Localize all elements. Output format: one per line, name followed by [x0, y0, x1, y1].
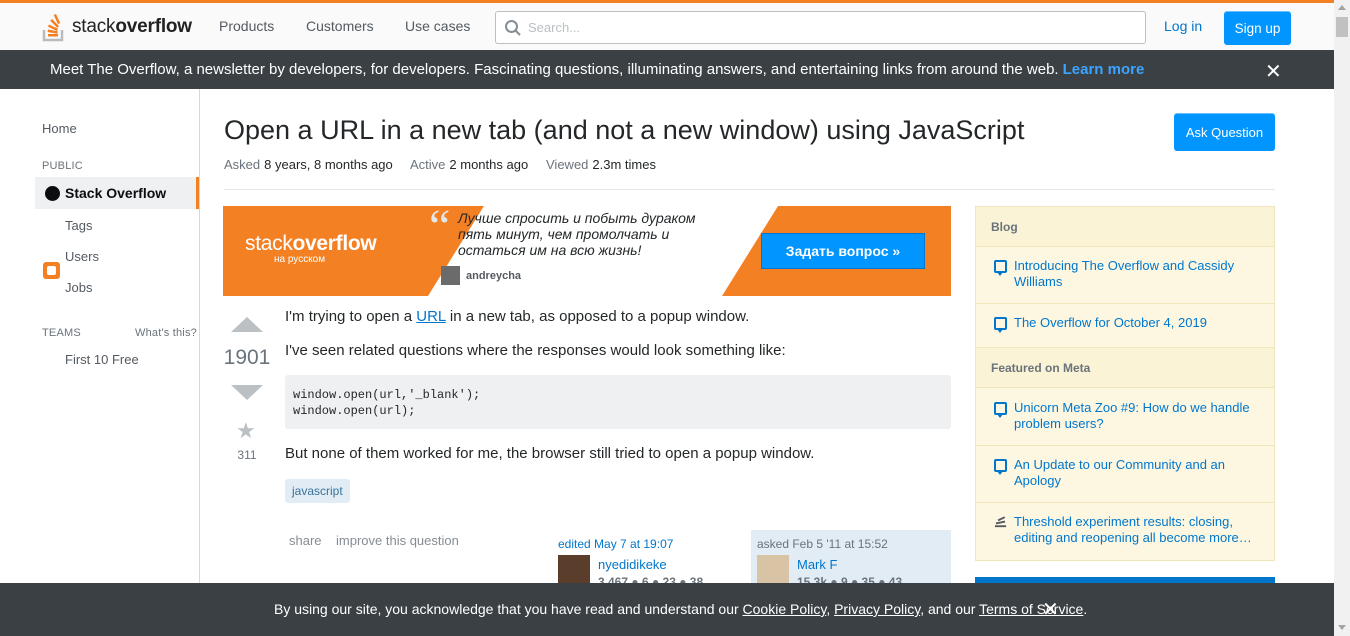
- stackoverflow-logo[interactable]: stackoverflow: [42, 11, 192, 43]
- meta-item[interactable]: An Update to our Community and an Apolog…: [976, 446, 1274, 503]
- meta-item[interactable]: Threshold experiment results: closing, e…: [976, 503, 1274, 560]
- page-scrollbar[interactable]: [1334, 0, 1350, 636]
- search-icon: [505, 20, 521, 36]
- quote-mark-icon: “: [429, 200, 451, 253]
- asked-time: asked Feb 5 '11 at 15:52: [757, 537, 888, 551]
- vote-count: 1901: [223, 346, 271, 369]
- cookie-message: By using our site, you acknowledge that …: [274, 601, 1088, 617]
- blog-item[interactable]: Introducing The Overflow and Cassidy Wil…: [976, 247, 1274, 304]
- post-paragraph: I've seen related questions where the re…: [285, 342, 786, 359]
- downvote-icon[interactable]: [231, 385, 263, 400]
- nav-customers[interactable]: Customers: [306, 18, 374, 34]
- logo-text: stackoverflow: [72, 16, 192, 37]
- top-bar: stackoverflow Products Customers Use cas…: [0, 0, 1334, 50]
- viewed-meta: Viewed 2.3m times: [546, 157, 656, 172]
- comment-icon: [994, 459, 1007, 475]
- asked-meta: Asked 8 years, 8 months ago: [224, 157, 393, 172]
- meta-link[interactable]: Threshold experiment results: closing, e…: [1014, 514, 1262, 546]
- globe-icon: [45, 186, 60, 201]
- sidebar-item-home[interactable]: Home: [42, 121, 77, 136]
- close-icon[interactable]: ✕: [1265, 59, 1282, 84]
- scroll-down-icon[interactable]: [1338, 625, 1346, 630]
- nav-use-cases[interactable]: Use cases: [405, 18, 470, 34]
- post-paragraph: I'm trying to open a URL in a new tab, a…: [285, 308, 750, 325]
- favorite-star-icon[interactable]: ★: [236, 418, 256, 444]
- editor-signature: edited May 7 at 19:07 nyedidikeke 3,467 …: [552, 530, 752, 583]
- post-paragraph: But none of them worked for me, the brow…: [285, 445, 815, 462]
- sidebar-heading-teams: TEAMS: [42, 327, 81, 339]
- editor-reputation: 3,467 ● 6 ● 23 ● 38: [598, 575, 704, 583]
- sidebar-heading-public: PUBLIC: [42, 160, 83, 172]
- asker-reputation: 15.3k ● 9 ● 35 ● 43: [797, 575, 903, 583]
- code-block: window.open(url,'_blank'); window.open(u…: [285, 375, 951, 429]
- ad-ask-button[interactable]: Задать вопрос »: [761, 233, 925, 269]
- nav-products[interactable]: Products: [219, 18, 274, 34]
- ad-quote: Лучше спросить и побыть дураком пять мин…: [458, 210, 696, 258]
- url-link[interactable]: URL: [416, 308, 445, 325]
- blog-item[interactable]: The Overflow for October 4, 2019: [976, 304, 1274, 348]
- sidebar-item-label: Stack Overflow: [65, 185, 167, 201]
- close-icon[interactable]: ✕: [1042, 597, 1059, 622]
- editor-name-link[interactable]: nyedidikeke: [598, 557, 667, 572]
- asker-signature: asked Feb 5 '11 at 15:52 Mark F 15.3k ● …: [751, 530, 951, 583]
- login-link[interactable]: Log in: [1164, 18, 1202, 34]
- comment-icon: [994, 317, 1007, 333]
- sidebar-item-first-10-free[interactable]: First 10 Free: [65, 352, 139, 367]
- comment-icon: [994, 402, 1007, 418]
- widget-heading-meta: Featured on Meta: [976, 348, 1274, 388]
- favorite-count: 311: [237, 448, 257, 462]
- asker-name-link[interactable]: Mark F: [797, 557, 837, 572]
- stack-logo-icon: [42, 14, 64, 42]
- edited-time-link[interactable]: edited May 7 at 19:07: [558, 537, 673, 551]
- widget-heading-blog: Blog: [976, 207, 1274, 247]
- learn-more-link[interactable]: Learn more: [1063, 61, 1145, 78]
- sidebar-item-stack-overflow[interactable]: Stack Overflow: [35, 177, 199, 209]
- blog-meta-widget: Blog Introducing The Overflow and Cassid…: [975, 206, 1275, 561]
- ad-user: andreycha: [441, 266, 521, 285]
- cookie-banner: By using our site, you acknowledge that …: [0, 583, 1334, 636]
- signup-button[interactable]: Sign up: [1224, 11, 1291, 45]
- teams-icon: [43, 262, 60, 279]
- tag-javascript[interactable]: javascript: [285, 479, 350, 503]
- upvote-icon[interactable]: [231, 317, 263, 332]
- privacy-policy-link[interactable]: Privacy Policy: [834, 601, 920, 617]
- blog-link[interactable]: The Overflow for October 4, 2019: [1014, 315, 1262, 331]
- newsletter-message: Meet The Overflow, a newsletter by devel…: [50, 61, 1145, 78]
- meta-item[interactable]: Unicorn Meta Zoo #9: How do we handle pr…: [976, 389, 1274, 446]
- search-box[interactable]: [495, 11, 1146, 44]
- meta-link[interactable]: An Update to our Community and an Apolog…: [1014, 457, 1262, 489]
- sidebar-item-users[interactable]: Users: [65, 249, 99, 264]
- page-title[interactable]: Open a URL in a new tab (and not a new w…: [224, 115, 1024, 146]
- divider: [224, 189, 1275, 190]
- meta-link[interactable]: Unicorn Meta Zoo #9: How do we handle pr…: [1014, 400, 1262, 432]
- blog-link[interactable]: Introducing The Overflow and Cassidy Wil…: [1014, 258, 1262, 290]
- active-meta: Active 2 months ago: [410, 157, 529, 172]
- avatar[interactable]: [757, 555, 789, 583]
- sidebar-item-jobs[interactable]: Jobs: [65, 280, 92, 295]
- terms-of-service-link[interactable]: Terms of Service: [979, 601, 1083, 617]
- improve-question-link[interactable]: improve this question: [336, 533, 459, 548]
- ask-question-button[interactable]: Ask Question: [1174, 113, 1275, 151]
- cookie-policy-link[interactable]: Cookie Policy: [743, 601, 827, 617]
- avatar: [441, 266, 460, 285]
- sidebar-item-tags[interactable]: Tags: [65, 218, 92, 233]
- newsletter-banner: Meet The Overflow, a newsletter by devel…: [0, 50, 1334, 89]
- scroll-thumb[interactable]: [1336, 17, 1348, 37]
- ad-logo: stackoverflow на русском: [245, 232, 377, 265]
- left-sidebar: Home PUBLIC Stack Overflow Tags Users Jo…: [0, 89, 200, 583]
- meta-stack-icon: [994, 516, 1007, 528]
- share-link[interactable]: share: [289, 533, 322, 548]
- search-input[interactable]: [528, 12, 1128, 43]
- comment-icon: [994, 260, 1007, 276]
- whats-this-link[interactable]: What's this?: [135, 327, 197, 339]
- scroll-up-icon[interactable]: [1338, 5, 1346, 10]
- avatar[interactable]: [558, 555, 590, 583]
